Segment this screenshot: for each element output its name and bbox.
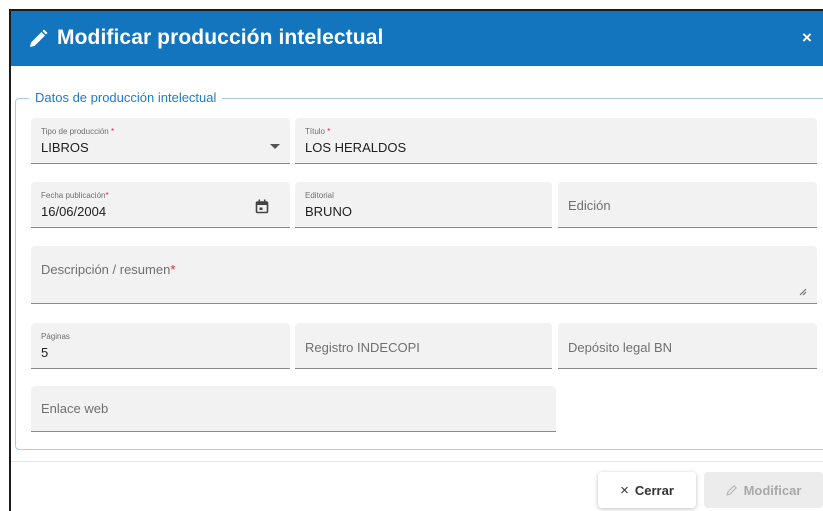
pencil-icon: [726, 485, 737, 496]
titulo-label: Título: [305, 127, 326, 136]
required-mark: *: [110, 127, 115, 136]
section-legend: Datos de producción intelectual: [29, 90, 223, 105]
footer-divider: [11, 461, 823, 462]
required-mark: *: [105, 191, 109, 200]
paginas-value: 5: [41, 345, 49, 360]
required-mark: *: [327, 127, 331, 136]
editorial-label: Editorial: [305, 191, 334, 200]
paginas-label: Páginas: [41, 332, 70, 341]
resize-handle-icon[interactable]: [799, 288, 807, 296]
cerrar-button[interactable]: × Cerrar: [598, 472, 696, 508]
titulo-value: LOS HERALDOS: [305, 140, 407, 155]
deposito-legal-placeholder: Depósito legal BN: [568, 340, 673, 355]
dialog-title: Modificar producción intelectual: [57, 26, 384, 49]
descripcion-placeholder: Descripción / resumen: [41, 262, 171, 277]
editorial-field[interactable]: Editorial BRUNO: [295, 182, 552, 228]
cerrar-button-label: Cerrar: [634, 482, 674, 498]
registro-indecopi-placeholder: Registro INDECOPI: [305, 340, 420, 355]
dropdown-arrow-icon[interactable]: [270, 144, 280, 150]
enlace-web-placeholder: Enlace web: [41, 401, 109, 416]
tipo-produccion-label: Tipo de producción: [41, 127, 109, 136]
close-icon: ×: [620, 481, 629, 499]
modificar-button-label: Modificar: [743, 482, 802, 498]
modificar-button[interactable]: Modificar: [704, 472, 823, 508]
fecha-publicacion-value: 16/06/2004: [41, 204, 107, 219]
required-mark: *: [170, 262, 176, 277]
close-icon[interactable]: ×: [802, 29, 812, 46]
pencil-icon: [30, 29, 48, 47]
deposito-legal-field[interactable]: Depósito legal BN: [558, 323, 817, 369]
paginas-field[interactable]: Páginas 5: [31, 323, 290, 369]
registro-indecopi-field[interactable]: Registro INDECOPI: [295, 323, 552, 369]
descripcion-textarea[interactable]: Descripción / resumen*: [31, 246, 817, 304]
titulo-field[interactable]: Título * LOS HERALDOS: [295, 118, 817, 164]
enlace-web-field[interactable]: Enlace web: [31, 386, 556, 432]
edicion-field[interactable]: Edición: [558, 182, 817, 228]
calendar-icon[interactable]: [255, 199, 269, 214]
edicion-placeholder: Edición: [568, 198, 611, 213]
dialog-header: Modificar producción intelectual ×: [11, 11, 823, 66]
fecha-publicacion-field[interactable]: Fecha publicación* 16/06/2004: [31, 182, 290, 228]
fecha-publicacion-label: Fecha publicación: [41, 191, 106, 200]
tipo-produccion-select[interactable]: Tipo de producción * LIBROS: [31, 118, 290, 164]
tipo-produccion-value: LIBROS: [41, 140, 89, 155]
editorial-value: BRUNO: [305, 204, 352, 219]
